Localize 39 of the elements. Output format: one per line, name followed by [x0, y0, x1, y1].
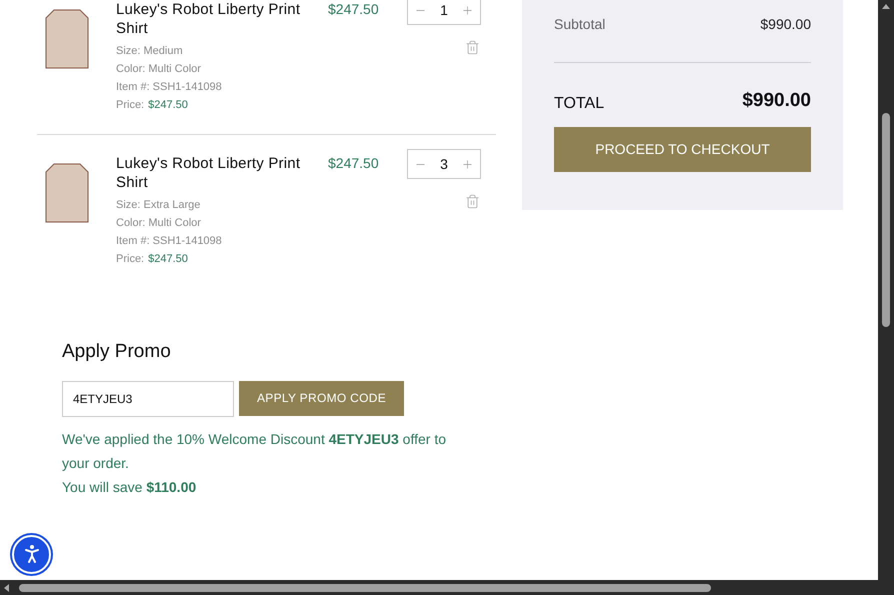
price-label: Price:: [116, 252, 144, 267]
quantity-value[interactable]: 1: [440, 0, 448, 20]
scrollbar-thumb[interactable]: [19, 584, 711, 592]
savings-text: You will save $110.00: [62, 478, 198, 496]
subtotal-label: Subtotal: [554, 15, 606, 34]
item-number-text: Item #: SSH1-141098: [116, 80, 223, 95]
product-title[interactable]: Lukey's Robot Liberty Print Shirt: [116, 154, 316, 192]
promo-applied-message: We've applied the 10% Welcome Discount 4ETYJEU3 offer to your order.: [62, 430, 448, 473]
size-text: Size: Extra Large: [116, 198, 202, 213]
color-text: Color: Multi Color: [116, 62, 202, 77]
color-text: Color: Multi Color: [116, 216, 202, 231]
line-price: $247.50: [328, 154, 380, 173]
total-value: $990.00: [742, 89, 811, 113]
unit-price: $247.50: [148, 98, 188, 113]
quantity-value[interactable]: 3: [440, 154, 448, 174]
unit-price: $247.50: [148, 252, 188, 267]
line-price: $247.50: [328, 0, 380, 19]
checkout-button[interactable]: PROCEED TO CHECKOUT: [554, 126, 811, 172]
scroll-left-icon[interactable]: [4, 584, 9, 592]
shirt-photo-placeholder: [44, 162, 90, 224]
subtotal-value: $990.00: [760, 15, 811, 34]
accessibility-button[interactable]: [12, 534, 51, 574]
apply-promo-button[interactable]: APPLY PROMO CODE: [239, 380, 404, 416]
item-number-text: Item #: SSH1-141098: [116, 234, 223, 249]
plus-icon[interactable]: [460, 158, 474, 170]
trash-icon[interactable]: [465, 194, 480, 209]
scrollbar-thumb[interactable]: [882, 113, 890, 327]
total-label: TOTAL: [554, 94, 604, 114]
size-text: Size: Medium: [116, 44, 184, 59]
plus-icon[interactable]: [460, 4, 474, 16]
trash-icon[interactable]: [465, 40, 480, 55]
scroll-up-icon[interactable]: [882, 4, 890, 9]
promo-title: Apply Promo: [62, 340, 172, 364]
product-title[interactable]: Lukey's Robot Liberty Print Shirt: [116, 0, 316, 38]
shirt-photo-placeholder: [44, 8, 90, 70]
promo-code-field[interactable]: 4ETYJEU3: [62, 380, 234, 416]
price-label: Price:: [116, 98, 144, 113]
vertical-scrollbar[interactable]: [878, 0, 894, 580]
horizontal-scrollbar[interactable]: [0, 580, 894, 595]
